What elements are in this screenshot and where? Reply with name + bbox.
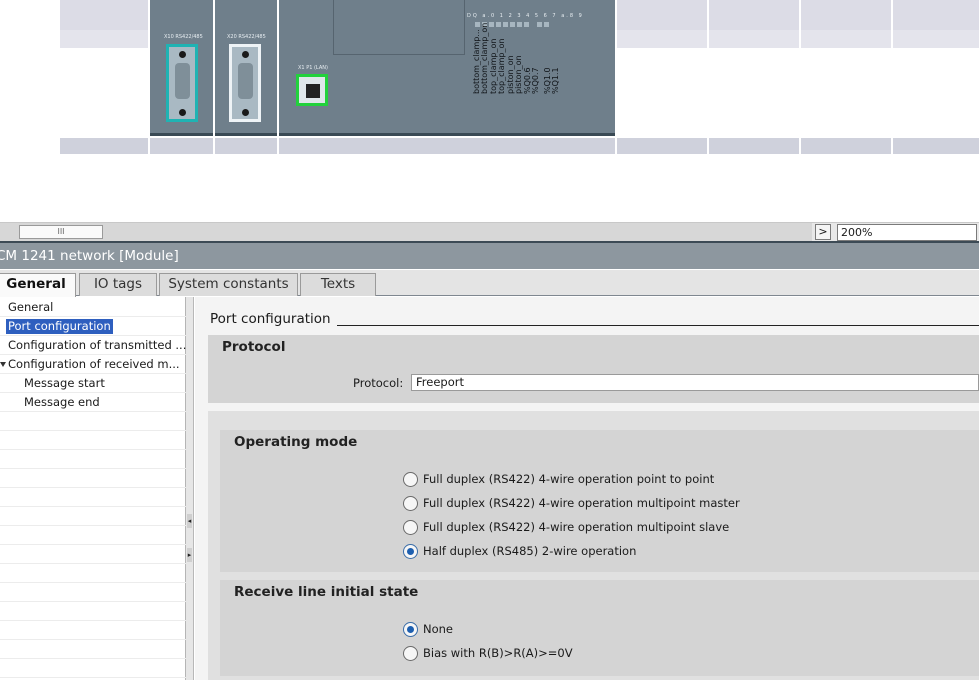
slot-divider	[799, 0, 801, 154]
radio-button-selected[interactable]	[403, 544, 418, 559]
nav-empty-row	[0, 621, 186, 640]
io-tag: %Q0.7	[531, 67, 540, 94]
collapse-left-icon[interactable]: ◂	[187, 514, 192, 528]
zoom-select[interactable]: 200%	[837, 224, 977, 241]
nav-empty-row	[0, 545, 186, 564]
section-title: Port configuration	[210, 311, 331, 327]
nav-item-transmitted-config[interactable]: Configuration of transmitted ...	[0, 336, 186, 355]
nav-item-port-configuration[interactable]: Port configuration	[0, 317, 186, 336]
slot-divider	[891, 0, 893, 154]
inspector-title-bar: CM 1241 network [Module]	[0, 241, 979, 269]
nav-item-label: Message start	[24, 376, 105, 390]
db9-connector-icon[interactable]	[166, 44, 198, 122]
radio-label: Full duplex (RS422) 4-wire operation poi…	[423, 472, 715, 486]
panel-title: Operating mode	[234, 434, 358, 450]
nav-empty-row	[0, 431, 186, 450]
nav-empty-row	[0, 507, 186, 526]
nav-empty-row	[0, 526, 186, 545]
nav-empty-row	[0, 583, 186, 602]
protocol-select[interactable]: Freeport	[411, 374, 979, 391]
property-nav: General Port configuration Configuration…	[0, 297, 186, 680]
nav-empty-row	[0, 640, 186, 659]
slot-divider	[277, 0, 279, 154]
horizontal-scrollbar[interactable]: III	[0, 223, 812, 241]
properties-content: Port configuration Protocol Protocol: Fr…	[195, 297, 979, 680]
tab-texts[interactable]: Texts	[300, 273, 376, 296]
ethernet-port-icon[interactable]	[296, 74, 328, 106]
nav-empty-row	[0, 412, 186, 431]
nav-item-label: General	[8, 300, 54, 314]
tab-io-tags[interactable]: IO tags	[79, 273, 157, 296]
protocol-panel: Protocol Protocol: Freeport	[208, 335, 979, 403]
io-tag: bottom_clamp_on	[480, 22, 489, 94]
radio-button[interactable]	[403, 472, 418, 487]
panel-title: Protocol	[222, 339, 286, 355]
device-view[interactable]: X10 RS422/485 X20 RS422/485 X1 P1 (LAN) …	[0, 0, 979, 222]
db9-connector-icon[interactable]	[229, 44, 261, 122]
tab-system-constants[interactable]: System constants	[159, 273, 298, 296]
section-divider	[337, 325, 979, 326]
nav-item-general[interactable]: General	[0, 298, 186, 317]
nav-item-label: Message end	[24, 395, 100, 409]
nav-empty-row	[0, 488, 186, 507]
io-header: DQ a.0 1 2 3 4 5 6 7 a.8 9	[467, 13, 584, 19]
radio-button[interactable]	[403, 496, 418, 511]
cm1241-module-1[interactable]: X10 RS422/485	[150, 0, 213, 136]
lan-port-label: X1 P1 (LAN)	[298, 65, 328, 71]
tab-general[interactable]: General	[0, 273, 76, 297]
radio-label: Bias with R(B)>R(A)>=0V	[423, 646, 573, 660]
rack-rail-bottom	[60, 138, 979, 154]
radio-button[interactable]	[403, 520, 418, 535]
port-label: X10 RS422/485	[164, 34, 203, 40]
scrollbar-thumb[interactable]: III	[19, 225, 103, 239]
panel-title: Receive line initial state	[234, 584, 419, 600]
radio-label: Half duplex (RS485) 2-wire operation	[423, 544, 637, 558]
expand-triangle-icon[interactable]	[0, 362, 6, 367]
nav-item-message-end[interactable]: Message end	[0, 393, 186, 412]
nav-empty-row	[0, 469, 186, 488]
inspector-tabs: General IO tags System constants Texts	[0, 270, 979, 297]
io-tag: top_clamp_on	[497, 38, 506, 94]
inspector-title: CM 1241 network [Module]	[0, 248, 179, 264]
nav-empty-row	[0, 564, 186, 583]
io-tag: %Q1.1	[551, 67, 560, 94]
panel-splitter[interactable]: ◂ ▸	[186, 297, 194, 680]
radio-label: Full duplex (RS422) 4-wire operation mul…	[423, 496, 740, 510]
port-label: X20 RS422/485	[227, 34, 266, 40]
nav-item-label: Configuration of received m...	[8, 357, 180, 371]
nav-empty-row	[0, 450, 186, 469]
radio-button[interactable]	[403, 646, 418, 661]
nav-empty-row	[0, 602, 186, 621]
nav-item-message-start[interactable]: Message start	[0, 374, 186, 393]
cm1241-module-2[interactable]: X20 RS422/485	[213, 0, 277, 136]
nav-item-received-config[interactable]: Configuration of received m...	[0, 355, 186, 374]
cpu-display-panel	[333, 0, 465, 55]
expand-right-icon[interactable]: ▸	[187, 548, 192, 562]
nav-empty-row	[0, 659, 186, 678]
horizontal-scrollbar-row: III > 200%	[0, 222, 979, 241]
nav-item-label: Configuration of transmitted ...	[8, 338, 186, 352]
protocol-label: Protocol:	[353, 376, 404, 390]
nav-item-label: Port configuration	[6, 319, 113, 334]
radio-button-selected[interactable]	[403, 622, 418, 637]
slot-divider	[615, 0, 617, 154]
scroll-right-button[interactable]: >	[815, 224, 831, 240]
io-tag: piston_on	[514, 55, 523, 94]
radio-label: None	[423, 622, 454, 636]
slot-divider	[707, 0, 709, 154]
receive-line-panel: Receive line initial state	[220, 580, 979, 676]
radio-label: Full duplex (RS422) 4-wire operation mul…	[423, 520, 730, 534]
